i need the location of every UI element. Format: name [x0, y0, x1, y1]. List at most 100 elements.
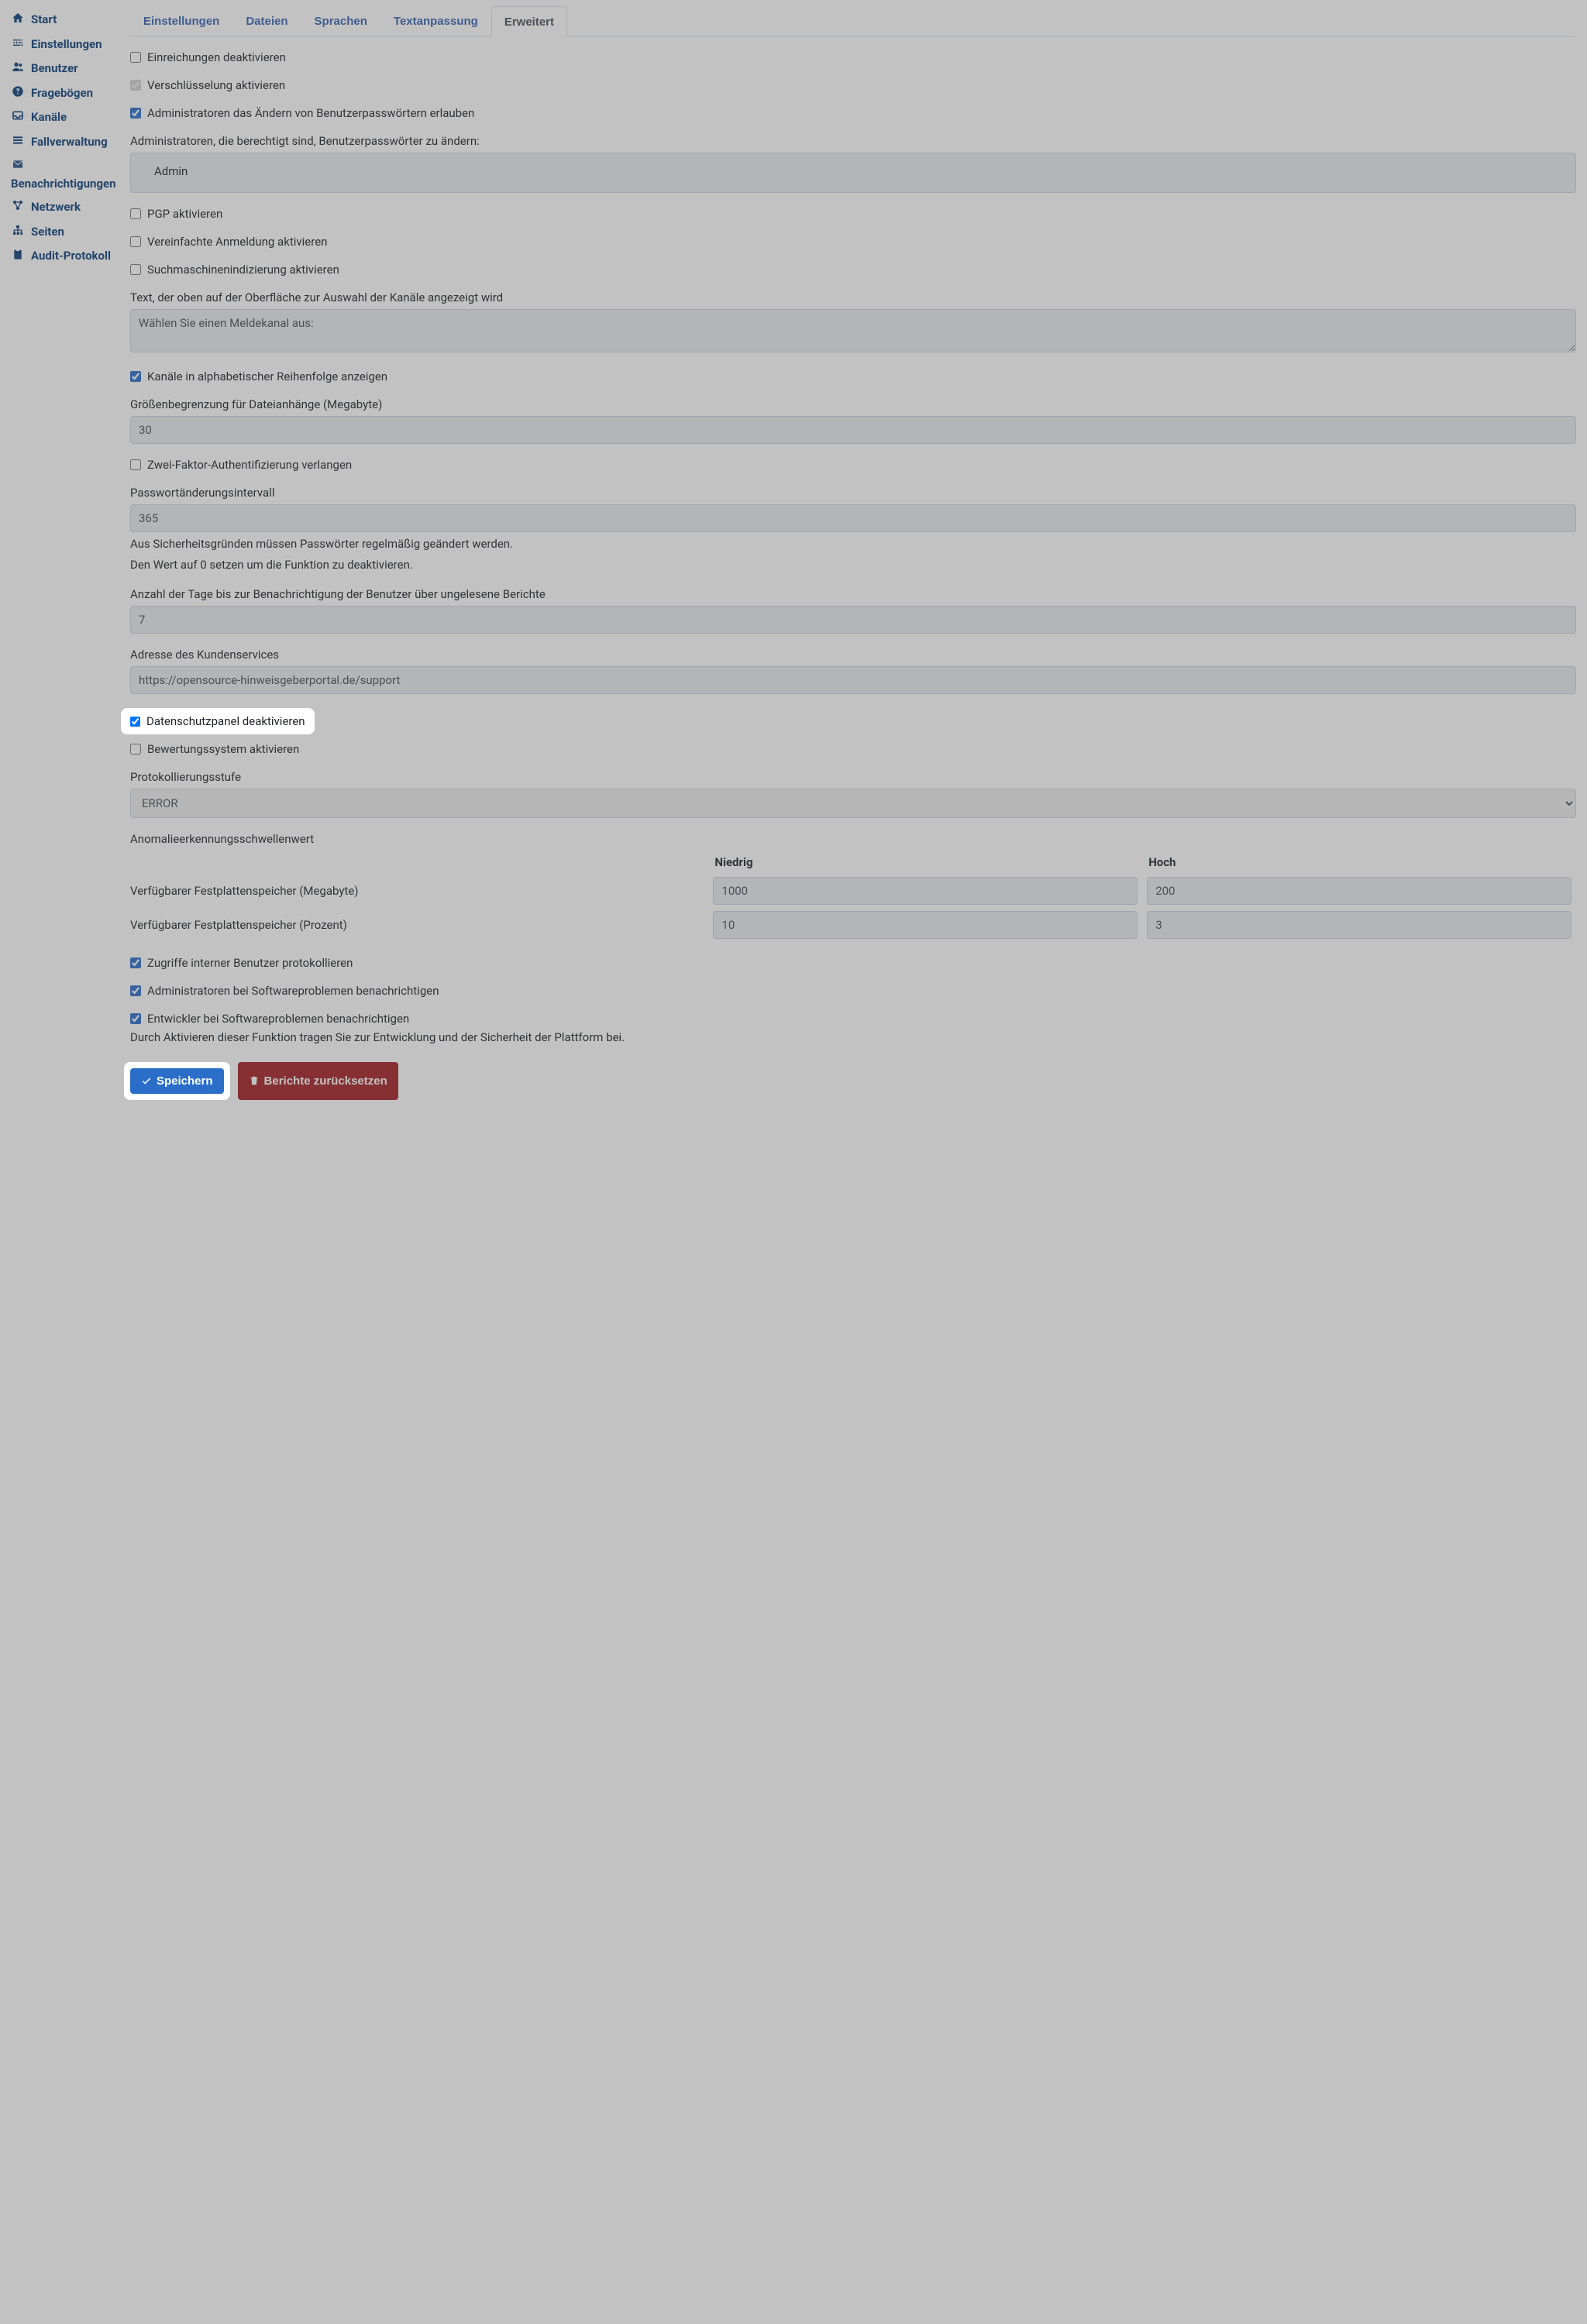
enable-pgp-row: PGP aktivieren: [130, 207, 1576, 221]
disk-pct-low-input[interactable]: [713, 911, 1138, 939]
clipboard-icon: [11, 248, 25, 265]
disable-privacy-panel-checkbox[interactable]: [130, 717, 140, 727]
enable-rating-label[interactable]: Bewertungssystem aktivieren: [147, 742, 299, 756]
save-button-label: Speichern: [157, 1074, 213, 1088]
reset-reports-label: Berichte zurücksetzen: [264, 1074, 387, 1088]
require-2fa-checkbox[interactable]: [130, 459, 141, 470]
require-2fa-label[interactable]: Zwei-Faktor-Authentifizierung verlangen: [147, 458, 352, 472]
envelope-icon: [11, 158, 25, 175]
reset-reports-button[interactable]: Berichte zurücksetzen: [238, 1062, 398, 1100]
check-icon: [141, 1075, 152, 1086]
network-icon: [11, 199, 25, 216]
authorized-admins-label: Administratoren, die berechtigt sind, Be…: [130, 134, 1576, 148]
sidebar-item-fallverwaltung[interactable]: Fallverwaltung: [11, 130, 116, 155]
tab-erweitert[interactable]: Erweitert: [491, 6, 567, 36]
notify-admin-sw-checkbox[interactable]: [130, 985, 141, 996]
home-icon: [11, 12, 25, 29]
disable-submissions-label[interactable]: Einreichungen deaktivieren: [147, 50, 286, 64]
disk-pct-high-input[interactable]: [1147, 911, 1572, 939]
enable-rating-checkbox[interactable]: [130, 744, 141, 755]
notify-dev-help: Durch Aktivieren dieser Funktion tragen …: [130, 1029, 1576, 1047]
support-address-label: Adresse des Kundenservices: [130, 648, 1576, 662]
enable-simple-login-label[interactable]: Vereinfachte Anmeldung aktivieren: [147, 235, 327, 249]
support-address-input[interactable]: [130, 666, 1576, 694]
sliders-icon: [11, 36, 25, 53]
support-address-group: Adresse des Kundenservices: [130, 648, 1576, 694]
channel-text-input[interactable]: Wählen Sie einen Meldekanal aus:: [130, 309, 1576, 352]
sidebar-item-seiten[interactable]: Seiten: [11, 220, 116, 245]
attachment-limit-input[interactable]: [130, 416, 1576, 444]
sidebar-item-start[interactable]: Start: [11, 8, 116, 33]
log-internal-label[interactable]: Zugriffe interner Benutzer protokolliere…: [147, 956, 353, 970]
enable-encryption-checkbox: [130, 80, 141, 91]
sidebar-item-label: Seiten: [31, 225, 64, 240]
sidebar-item-kanaele[interactable]: Kanäle: [11, 105, 116, 130]
pw-interval-label: Passwortänderungsintervall: [130, 486, 1576, 500]
authorized-admins-box[interactable]: Admin: [130, 153, 1576, 193]
sidebar-item-audit[interactable]: Audit-Protokoll: [11, 244, 116, 269]
channels-alpha-label[interactable]: Kanäle in alphabetischer Reihenfolge anz…: [147, 370, 387, 383]
sidebar-item-frageboegen[interactable]: Fragebögen: [11, 81, 116, 106]
channels-alpha-checkbox[interactable]: [130, 371, 141, 382]
sidebar-item-benachrichtigungen[interactable]: Benachrichtigungen: [11, 154, 116, 195]
notify-admin-sw-label[interactable]: Administratoren bei Softwareproblemen be…: [147, 984, 439, 998]
channel-text-label: Text, der oben auf der Oberfläche zur Au…: [130, 290, 1576, 304]
sidebar-item-label: Fragebögen: [31, 86, 93, 101]
log-level-select[interactable]: ERROR: [130, 789, 1576, 818]
save-button[interactable]: Speichern: [130, 1068, 224, 1094]
enable-seo-checkbox[interactable]: [130, 264, 141, 275]
channels-alpha-row: Kanäle in alphabetischer Reihenfolge anz…: [130, 370, 1576, 383]
inbox-icon: [11, 109, 25, 126]
attachment-limit-label: Größenbegrenzung für Dateianhänge (Megab…: [130, 397, 1576, 411]
sidebar-item-benutzer[interactable]: Benutzer: [11, 57, 116, 81]
tab-bar: Einstellungen Dateien Sprachen Textanpas…: [130, 6, 1576, 36]
notify-dev-sw-group: Entwickler bei Softwareproblemen benachr…: [130, 1012, 1576, 1047]
authorized-admin-value: Admin: [154, 164, 188, 178]
allow-admin-pw-row: Administratoren das Ändern von Benutzerp…: [130, 106, 1576, 120]
pw-interval-help1: Aus Sicherheitsgründen müssen Passwörter…: [130, 535, 1576, 553]
log-level-group: Protokollierungsstufe ERROR: [130, 770, 1576, 818]
sitemap-icon: [11, 224, 25, 241]
disk-mb-high-input[interactable]: [1147, 877, 1572, 905]
pw-interval-group: Passwortänderungsintervall Aus Sicherhei…: [130, 486, 1576, 573]
trash-icon: [249, 1075, 260, 1086]
disk-mb-row: Verfügbarer Festplattenspeicher (Megabyt…: [130, 874, 1576, 908]
sidebar-item-netzwerk[interactable]: Netzwerk: [11, 195, 116, 220]
disk-mb-low-input[interactable]: [713, 877, 1138, 905]
enable-seo-label[interactable]: Suchmaschinenindizierung aktivieren: [147, 263, 339, 277]
disable-privacy-panel-label[interactable]: Datenschutzpanel deaktivieren: [146, 714, 305, 728]
allow-admin-pw-label[interactable]: Administratoren das Ändern von Benutzerp…: [147, 106, 474, 120]
anomaly-col-low: Niedrig: [708, 851, 1142, 874]
action-button-row: Speichern Berichte zurücksetzen: [130, 1062, 1576, 1100]
question-icon: [11, 85, 25, 102]
disable-privacy-panel-row: Datenschutzpanel deaktivieren: [121, 708, 315, 734]
tab-sprachen[interactable]: Sprachen: [301, 6, 380, 36]
tab-textanpassung[interactable]: Textanpassung: [380, 6, 491, 36]
pw-interval-help2: Den Wert auf 0 setzen um die Funktion zu…: [130, 556, 1576, 574]
notify-dev-sw-label[interactable]: Entwickler bei Softwareproblemen benachr…: [147, 1012, 409, 1026]
tab-dateien[interactable]: Dateien: [232, 6, 301, 36]
log-internal-checkbox[interactable]: [130, 957, 141, 968]
disable-submissions-checkbox[interactable]: [130, 52, 141, 63]
anomaly-table: Niedrig Hoch Verfügbarer Festplattenspei…: [130, 851, 1576, 942]
sidebar-item-label: Netzwerk: [31, 200, 81, 215]
sidebar-item-label: Audit-Protokoll: [31, 249, 111, 264]
sidebar-item-label: Benutzer: [31, 61, 78, 77]
log-internal-row: Zugriffe interner Benutzer protokolliere…: [130, 956, 1576, 970]
anomaly-group: Anomalieerkennungsschwellenwert Niedrig …: [130, 832, 1576, 942]
enable-simple-login-checkbox[interactable]: [130, 236, 141, 247]
attachment-limit-group: Größenbegrenzung für Dateianhänge (Megab…: [130, 397, 1576, 444]
authorized-admins-group: Administratoren, die berechtigt sind, Be…: [130, 134, 1576, 193]
notify-admin-sw-row: Administratoren bei Softwareproblemen be…: [130, 984, 1576, 998]
pw-interval-input[interactable]: [130, 504, 1576, 532]
enable-pgp-checkbox[interactable]: [130, 208, 141, 219]
sidebar-item-label: Benachrichtigungen: [11, 177, 116, 192]
allow-admin-pw-checkbox[interactable]: [130, 108, 141, 119]
log-level-label: Protokollierungsstufe: [130, 770, 1576, 784]
unread-days-input[interactable]: [130, 606, 1576, 634]
enable-pgp-label[interactable]: PGP aktivieren: [147, 207, 222, 221]
main-content: Einstellungen Dateien Sprachen Textanpas…: [124, 0, 1587, 2324]
sidebar-item-einstellungen[interactable]: Einstellungen: [11, 33, 116, 57]
tab-einstellungen[interactable]: Einstellungen: [130, 6, 232, 36]
notify-dev-sw-checkbox[interactable]: [130, 1013, 141, 1024]
